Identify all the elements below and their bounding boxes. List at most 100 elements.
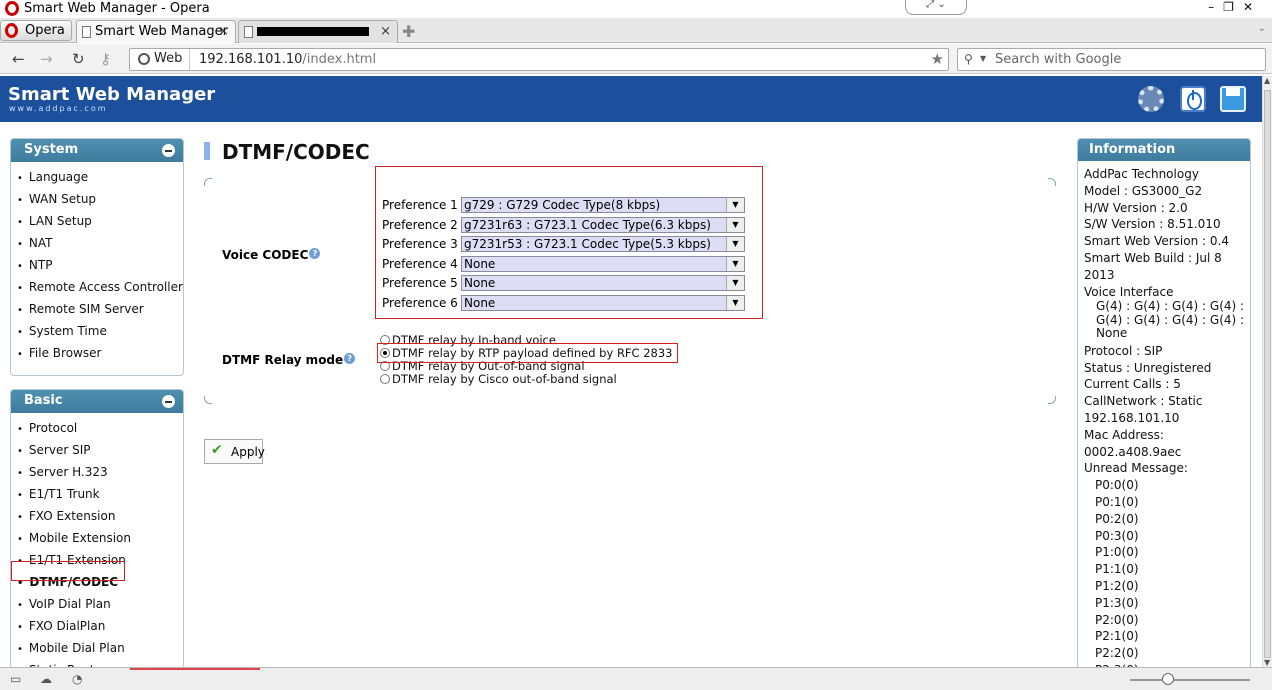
voice-interface-value: G(4) : G(4) : G(4) : G(4) : G(4) : G(4) …	[1096, 299, 1245, 341]
port-status: P2:2(0)	[1095, 646, 1139, 661]
apply-button[interactable]: ✔ Apply	[204, 439, 265, 464]
app-header: Smart Web Manager www.addpac.com	[0, 76, 1262, 122]
scroll-down-icon[interactable]: ▼	[1264, 658, 1270, 667]
tab-redacted[interactable]: ×	[238, 20, 398, 43]
panel-toggle-icon[interactable]: ▭	[10, 672, 21, 686]
preference-2-select[interactable]: g7231r63 : G723.1 Codec Type(6.3 kbps) ▼	[461, 217, 745, 233]
key-icon[interactable]: ⚷	[100, 50, 111, 68]
sidebar-item-ntp[interactable]: NTP	[11, 255, 183, 277]
power-icon[interactable]	[1180, 86, 1206, 112]
sidebar-item-protocol[interactable]: Protocol	[11, 418, 183, 440]
preference-3-select[interactable]: g7231r53 : G723.1 Codec Type(5.3 kbps) ▼	[461, 236, 745, 252]
zoom-slider-knob[interactable]	[1162, 673, 1174, 685]
radio-button[interactable]	[380, 374, 390, 384]
preference-6-select[interactable]: None ▼	[461, 295, 745, 311]
bookmark-star-icon[interactable]: ★	[931, 50, 944, 68]
reload-icon[interactable]: ↻	[72, 50, 85, 68]
dtmf-option-cisco[interactable]: DTMF relay by Cisco out-of-band signal	[380, 372, 617, 386]
sidebar-item-mobile-dial-plan[interactable]: Mobile Dial Plan	[11, 638, 183, 660]
brand-title: Smart Web Manager	[8, 84, 216, 105]
search-field[interactable]: ⚲ ▼ Search with Google	[957, 48, 1266, 71]
info-line: Unread Message:	[1084, 461, 1188, 476]
preference-5-select[interactable]: None ▼	[461, 275, 745, 291]
highlight-dtmf-codec-item	[11, 561, 125, 581]
information-panel: Information AddPac Technology Model : GS…	[1077, 138, 1251, 678]
url-text[interactable]: 192.168.101.10/index.html	[199, 52, 376, 67]
address-field[interactable]: Web 192.168.101.10/index.html ★	[129, 48, 949, 71]
tab-list-icon[interactable]: ⌄	[1258, 23, 1266, 34]
sidebar-item-remote-sim-server[interactable]: Remote SIM Server	[11, 299, 183, 321]
help-icon[interactable]: ?	[309, 248, 321, 259]
speed-dial-icon[interactable]: ◔	[72, 672, 82, 686]
sidebar-item-wan-setup[interactable]: WAN Setup	[11, 189, 183, 211]
info-line: 192.168.101.10	[1084, 411, 1180, 426]
preference-4-select[interactable]: None ▼	[461, 256, 745, 272]
tab-close-icon[interactable]: ×	[218, 24, 229, 39]
sidebar-system-header[interactable]: System	[11, 139, 183, 162]
port-status: P1:0(0)	[1095, 545, 1139, 560]
sidebar-item-voip-dial-plan[interactable]: VoIP Dial Plan	[11, 594, 183, 616]
port-status: P0:0(0)	[1095, 478, 1139, 493]
brand-subtitle: www.addpac.com	[9, 104, 108, 113]
close-icon[interactable]: ✕	[1243, 0, 1262, 14]
preference-label: Preference 4	[382, 257, 458, 271]
sidebar-item-file-browser[interactable]: File Browser	[11, 343, 183, 365]
sidebar-item-e1t1-trunk[interactable]: E1/T1 Trunk	[11, 484, 183, 506]
cloud-icon[interactable]: ☁	[40, 672, 52, 686]
apply-label: Apply	[231, 445, 265, 459]
minimize-icon[interactable]: –	[1208, 0, 1223, 14]
dropdown-arrow-icon: ▼	[726, 218, 744, 232]
sidebar-item-server-sip[interactable]: Server SIP	[11, 440, 183, 462]
info-line: Smart Web Build : Jul 8	[1084, 250, 1222, 265]
info-line: Mac Address:	[1084, 427, 1164, 442]
info-line: Model : GS3000_G2	[1084, 183, 1203, 198]
sidebar-item-server-h323[interactable]: Server H.323	[11, 462, 183, 484]
collapse-icon[interactable]	[162, 395, 175, 408]
globe-icon	[138, 53, 150, 65]
sidebar-item-remote-access-controller[interactable]: Remote Access Controller	[11, 277, 183, 299]
port-status: P0:2(0)	[1095, 511, 1139, 526]
sidebar-item-fxo-extension[interactable]: FXO Extension	[11, 506, 183, 528]
new-tab-icon[interactable]: ✚	[402, 22, 415, 41]
opera-menu-label: Opera	[25, 23, 65, 38]
sidebar-item-language[interactable]: Language	[11, 167, 183, 189]
search-engine-caret-icon[interactable]: ▼	[980, 54, 986, 63]
sidebar-item-fxo-dialplan[interactable]: FXO DialPlan	[11, 616, 183, 638]
info-line: H/W Version : 2.0	[1084, 200, 1188, 215]
save-disk-icon[interactable]	[1220, 86, 1246, 112]
tab-bar: Opera Smart Web Manager × × ✚ ⌄	[0, 18, 1272, 43]
restore-icon[interactable]: ❐	[1223, 0, 1243, 14]
info-line: 2013	[1084, 267, 1115, 282]
vertical-scrollbar[interactable]: ▲ ▼	[1262, 76, 1272, 667]
sidebar-item-system-time[interactable]: System Time	[11, 321, 183, 343]
site-info-button[interactable]: Web	[130, 49, 190, 70]
opera-menu-button[interactable]: Opera	[0, 20, 72, 41]
preference-label: Preference 2	[382, 218, 458, 232]
back-icon[interactable]: ←	[12, 50, 25, 68]
web-label: Web	[154, 51, 183, 66]
opera-logo-icon	[5, 23, 18, 38]
forward-icon[interactable]: →	[40, 50, 53, 68]
sidebar-item-nat[interactable]: NAT	[11, 233, 183, 255]
info-line: Status : Unregistered	[1084, 360, 1212, 375]
tab-close-icon[interactable]: ×	[380, 24, 391, 39]
tab-label: Smart Web Manager	[95, 24, 228, 39]
window-center-control[interactable]: ⤢ ⌄	[905, 0, 967, 15]
sidebar-item-mobile-extension[interactable]: Mobile Extension	[11, 528, 183, 550]
sidebar-basic-header[interactable]: Basic	[11, 390, 183, 413]
sidebar-item-lan-setup[interactable]: LAN Setup	[11, 211, 183, 233]
help-icon[interactable]: ?	[344, 353, 356, 364]
zoom-slider-track[interactable]	[1130, 679, 1250, 681]
collapse-icon[interactable]	[162, 144, 175, 157]
scroll-up-icon[interactable]: ▲	[1264, 76, 1270, 85]
window-controls[interactable]: –❐✕	[1208, 0, 1262, 14]
settings-gear-icon[interactable]	[1138, 86, 1164, 112]
port-status: P0:1(0)	[1095, 495, 1139, 510]
scrollbar-thumb[interactable]	[1264, 90, 1271, 658]
preference-label: Preference 5	[382, 276, 458, 290]
dropdown-arrow-icon: ▼	[726, 276, 744, 290]
frame-corner	[204, 178, 212, 186]
tab-smart-web-manager[interactable]: Smart Web Manager ×	[76, 20, 236, 43]
preference-1-select[interactable]: g729 : G729 Codec Type(8 kbps) ▼	[461, 197, 745, 213]
preference-label: Preference 6	[382, 296, 458, 310]
